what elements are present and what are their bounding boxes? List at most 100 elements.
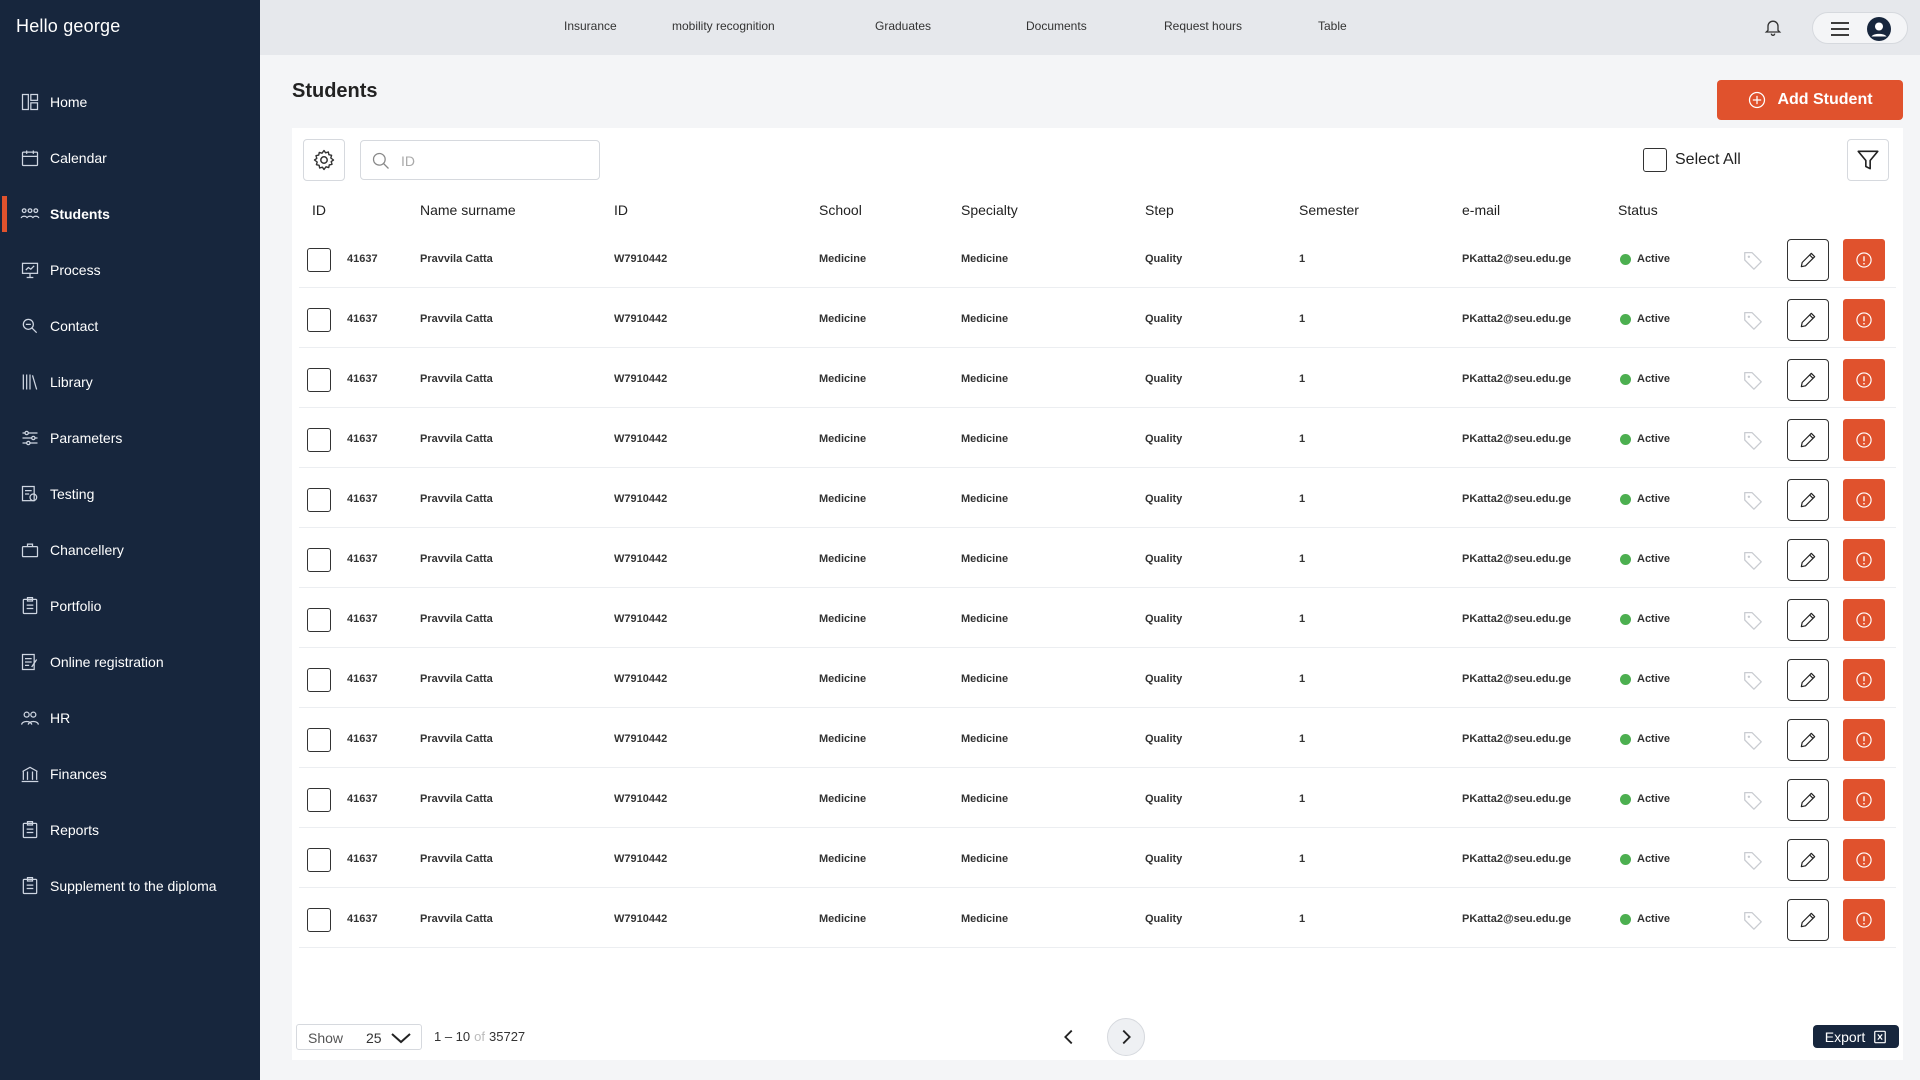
info-button[interactable]	[1843, 239, 1885, 281]
info-button[interactable]	[1843, 899, 1885, 941]
sidebar-item-finances[interactable]: Finances	[0, 746, 260, 802]
cell-semester: 1	[1299, 553, 1306, 565]
top-link-insurance[interactable]: Insurance	[564, 19, 617, 33]
info-button[interactable]	[1843, 479, 1885, 521]
status-badge: Active	[1620, 673, 1670, 685]
table-settings-button[interactable]	[303, 139, 345, 181]
tag-icon[interactable]	[1742, 429, 1764, 451]
row-checkbox[interactable]	[307, 908, 331, 932]
range-total: 35727	[489, 1029, 526, 1044]
edit-button[interactable]	[1787, 419, 1829, 461]
sidebar-item-online-registration[interactable]: Online registration	[0, 634, 260, 690]
sidebar-item-contact[interactable]: Contact	[0, 298, 260, 354]
tag-icon[interactable]	[1742, 789, 1764, 811]
edit-button[interactable]	[1787, 239, 1829, 281]
edit-button[interactable]	[1787, 299, 1829, 341]
row-checkbox[interactable]	[307, 608, 331, 632]
info-icon	[1856, 912, 1872, 928]
row-checkbox[interactable]	[307, 248, 331, 272]
sidebar-item-label: Online registration	[50, 654, 164, 670]
tag-icon[interactable]	[1742, 549, 1764, 571]
select-all[interactable]: Select All	[1643, 148, 1741, 172]
info-button[interactable]	[1843, 659, 1885, 701]
sidebar-item-supplement-to-the-diploma[interactable]: Supplement to the diploma	[0, 858, 260, 914]
info-button[interactable]	[1843, 839, 1885, 881]
cell-email: PKatta2@seu.edu.ge	[1462, 673, 1572, 685]
edit-button[interactable]	[1787, 479, 1829, 521]
hamburger-icon[interactable]	[1831, 22, 1849, 36]
tag-icon[interactable]	[1742, 909, 1764, 931]
select-all-checkbox[interactable]	[1643, 148, 1667, 172]
sidebar-item-home[interactable]: Home	[0, 74, 260, 130]
tag-icon[interactable]	[1742, 729, 1764, 751]
row-checkbox[interactable]	[307, 308, 331, 332]
info-button[interactable]	[1843, 599, 1885, 641]
sidebar-item-portfolio[interactable]: Portfolio	[0, 578, 260, 634]
search-box	[360, 140, 600, 180]
sidebar-item-library[interactable]: Library	[0, 354, 260, 410]
top-link-documents[interactable]: Documents	[1026, 19, 1087, 33]
row-checkbox[interactable]	[307, 548, 331, 572]
top-link-table[interactable]: Table	[1318, 19, 1347, 33]
cell-email: PKatta2@seu.edu.ge	[1462, 913, 1572, 925]
edit-button[interactable]	[1787, 719, 1829, 761]
sidebar-item-testing[interactable]: Testing	[0, 466, 260, 522]
account-menu[interactable]	[1812, 12, 1908, 44]
bell-icon[interactable]	[1763, 17, 1783, 37]
export-button[interactable]: Export	[1813, 1025, 1899, 1048]
filter-button[interactable]	[1847, 139, 1889, 181]
info-button[interactable]	[1843, 719, 1885, 761]
row-checkbox[interactable]	[307, 428, 331, 452]
row-checkbox[interactable]	[307, 788, 331, 812]
edit-button[interactable]	[1787, 899, 1829, 941]
id-search-input[interactable]	[401, 149, 591, 173]
top-link-graduates[interactable]: Graduates	[875, 19, 931, 33]
top-link-mobility-recognition[interactable]: mobility recognition	[672, 19, 775, 33]
edit-button[interactable]	[1787, 779, 1829, 821]
tag-icon[interactable]	[1742, 609, 1764, 631]
tag-icon[interactable]	[1742, 369, 1764, 391]
edit-button[interactable]	[1787, 599, 1829, 641]
page-size-select[interactable]: Show 25	[296, 1024, 422, 1050]
cell-semester: 1	[1299, 253, 1306, 265]
edit-button[interactable]	[1787, 839, 1829, 881]
online-registration-icon	[20, 652, 40, 672]
info-button[interactable]	[1843, 359, 1885, 401]
add-student-button[interactable]: Add Student	[1717, 80, 1903, 120]
info-button[interactable]	[1843, 299, 1885, 341]
user-avatar-icon[interactable]	[1867, 17, 1891, 41]
sidebar-item-hr[interactable]: HR	[0, 690, 260, 746]
info-button[interactable]	[1843, 419, 1885, 461]
row-checkbox[interactable]	[307, 728, 331, 752]
pencil-icon	[1800, 492, 1816, 508]
top-link-request-hours[interactable]: Request hours	[1164, 19, 1242, 33]
cell-id: 41637	[347, 493, 378, 505]
contact-icon	[20, 316, 40, 336]
calendar-icon	[20, 148, 40, 168]
cell-semester: 1	[1299, 493, 1306, 505]
edit-button[interactable]	[1787, 359, 1829, 401]
previous-page-button[interactable]	[1052, 1020, 1086, 1054]
tag-icon[interactable]	[1742, 249, 1764, 271]
next-page-button[interactable]	[1107, 1018, 1145, 1056]
sidebar-item-reports[interactable]: Reports	[0, 802, 260, 858]
edit-button[interactable]	[1787, 659, 1829, 701]
tag-icon[interactable]	[1742, 489, 1764, 511]
row-checkbox[interactable]	[307, 488, 331, 512]
sidebar-item-chancellery[interactable]: Chancellery	[0, 522, 260, 578]
row-checkbox[interactable]	[307, 368, 331, 392]
edit-button[interactable]	[1787, 539, 1829, 581]
tag-icon[interactable]	[1742, 849, 1764, 871]
sidebar-item-students[interactable]: Students	[0, 186, 260, 242]
row-checkbox[interactable]	[307, 848, 331, 872]
info-button[interactable]	[1843, 779, 1885, 821]
sidebar-item-parameters[interactable]: Parameters	[0, 410, 260, 466]
row-checkbox[interactable]	[307, 668, 331, 692]
sidebar-item-calendar[interactable]: Calendar	[0, 130, 260, 186]
info-button[interactable]	[1843, 539, 1885, 581]
status-label: Active	[1637, 493, 1671, 505]
tag-icon[interactable]	[1742, 309, 1764, 331]
sidebar-item-process[interactable]: Process	[0, 242, 260, 298]
tag-icon[interactable]	[1742, 669, 1764, 691]
cell-email: PKatta2@seu.edu.ge	[1462, 433, 1572, 445]
